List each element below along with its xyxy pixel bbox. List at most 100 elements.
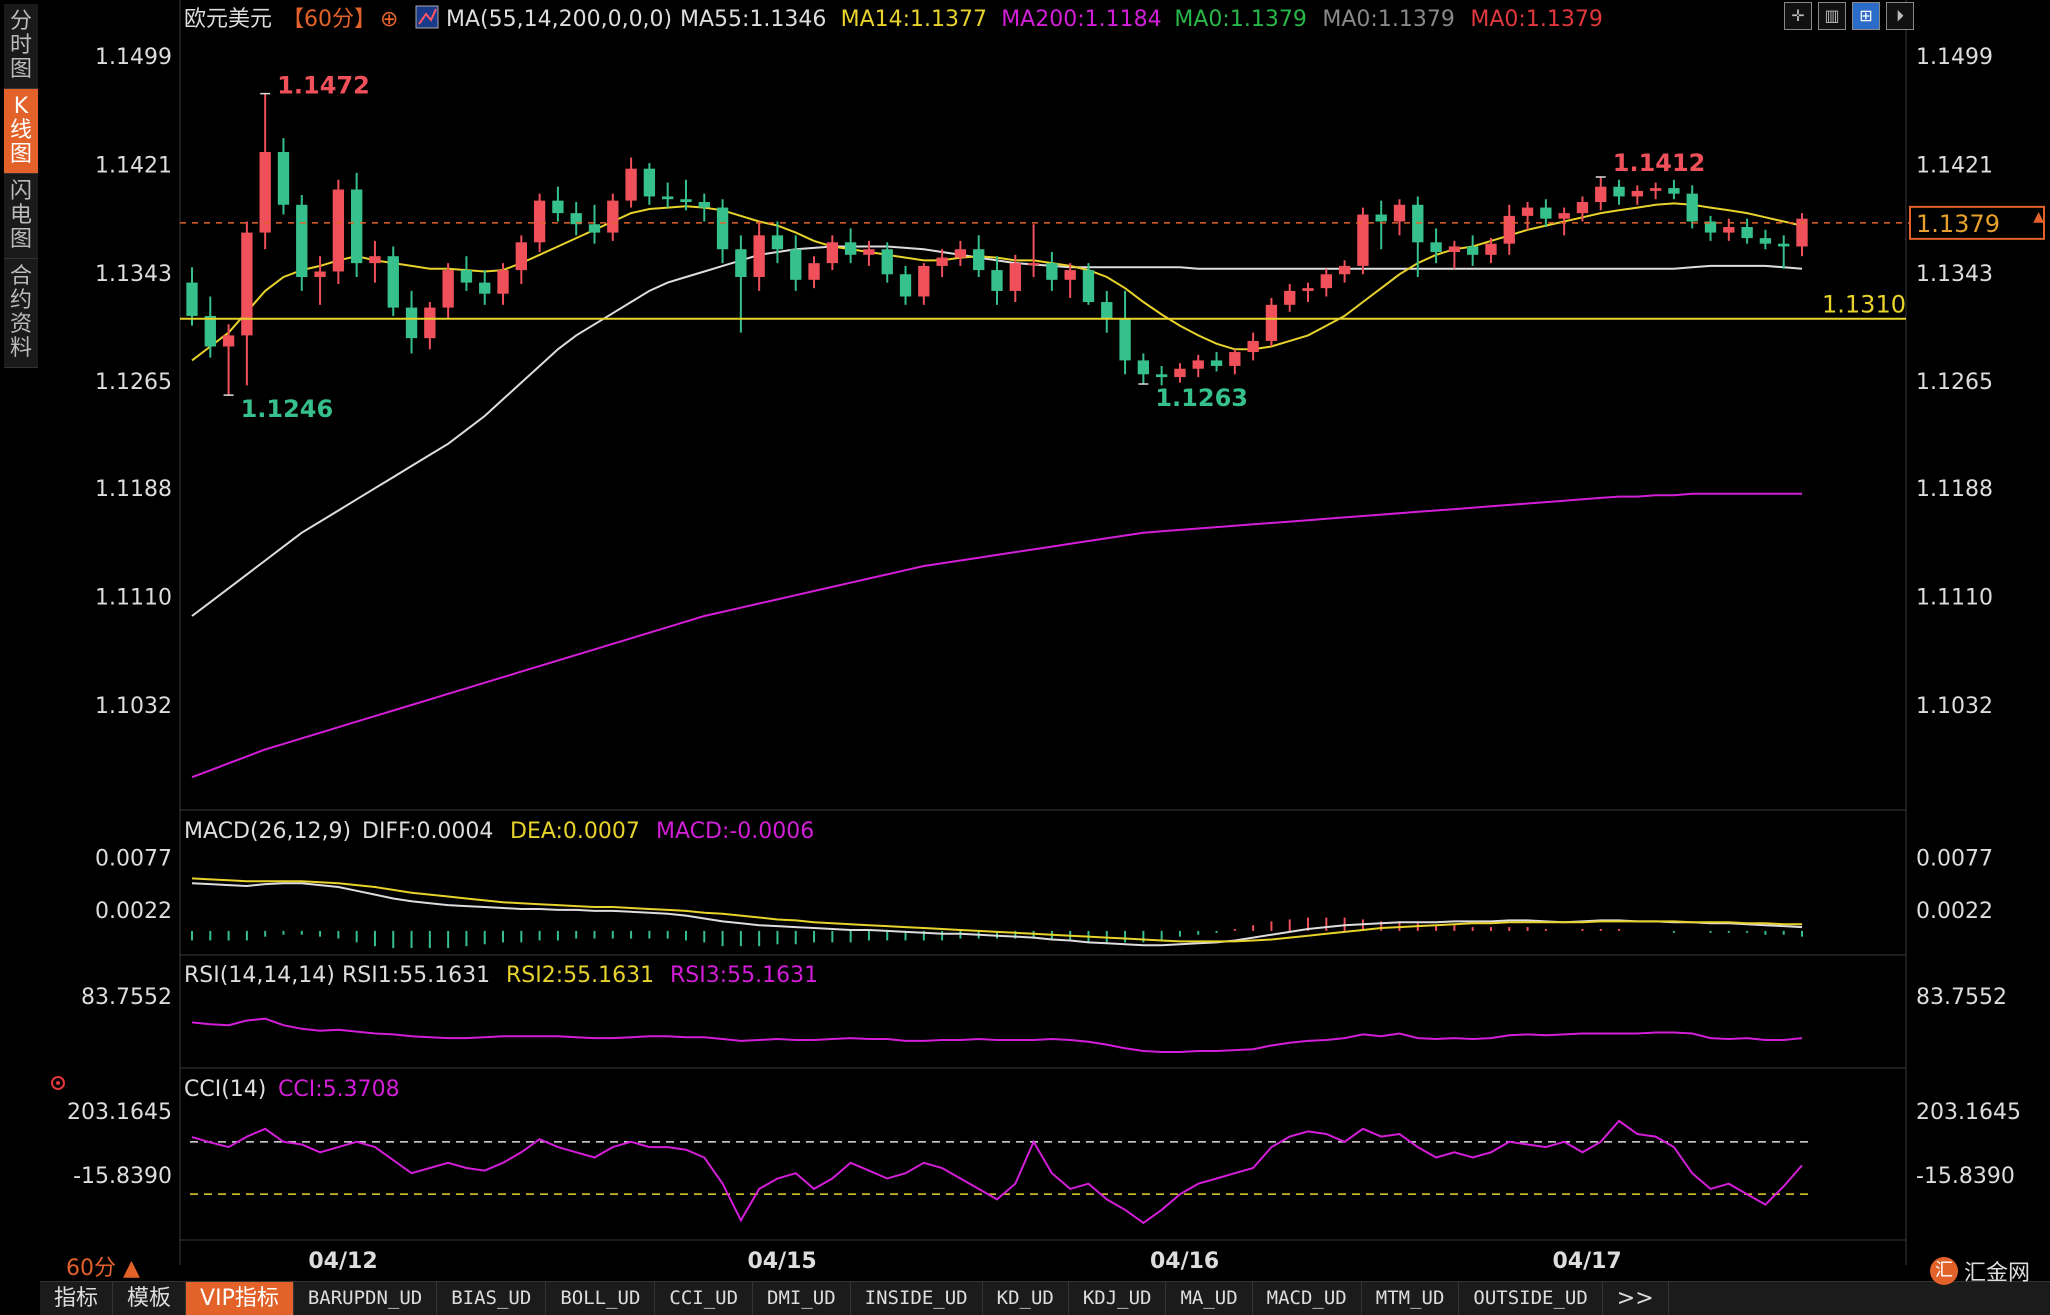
price-label-left-3: 1.1265 <box>95 370 172 395</box>
side-tab-kline[interactable]: K线图 <box>4 89 38 174</box>
rsi-title: RSI(14,14,14) <box>184 963 335 988</box>
price-label-left-2: 1.1343 <box>95 262 172 287</box>
candle-body <box>918 265 930 297</box>
next-icon[interactable]: ⏵ <box>1886 2 1914 30</box>
ma-value-1: MA14:1.1377 <box>841 7 987 32</box>
candle-body <box>515 242 527 271</box>
candle-body <box>460 270 473 283</box>
candle-body <box>1082 270 1095 303</box>
period-tag: 【60分】 <box>282 7 376 32</box>
low2-label: 1.1263 <box>1155 384 1248 412</box>
date-label-1: 04/15 <box>747 1249 816 1274</box>
candle-body <box>277 151 290 205</box>
candle-body <box>332 189 345 272</box>
brand-logo-text: 汇金网 <box>1964 1261 2031 1286</box>
high-label: 1.1472 <box>277 72 370 100</box>
candle-body <box>643 168 656 197</box>
side-tab-flash[interactable]: 闪电图 <box>4 174 38 259</box>
tab-macd[interactable]: MACD_UD <box>1253 1282 1362 1315</box>
candle-body <box>936 257 948 266</box>
candle-body <box>735 249 747 278</box>
candle-body <box>899 274 912 297</box>
tab-ma[interactable]: MA_UD <box>1166 1282 1253 1315</box>
current-price-label: 1.1379 <box>1916 210 2000 238</box>
candle-body <box>1778 243 1790 247</box>
add-icon[interactable]: ⊕ <box>380 7 398 32</box>
candle-body <box>186 282 198 316</box>
candle-body <box>1101 302 1113 319</box>
price-marker-icon: ▲ <box>2033 209 2044 225</box>
candle-body <box>625 168 637 201</box>
tab-mtm[interactable]: MTM_UD <box>1362 1282 1460 1315</box>
cci-value: CCI:5.3708 <box>278 1077 400 1102</box>
candle-body <box>1521 207 1534 216</box>
side-tab-timeshare[interactable]: 分时图 <box>4 4 38 89</box>
tab-inside[interactable]: INSIDE_UD <box>851 1282 983 1315</box>
candle-body <box>1174 368 1186 378</box>
tab-indicator[interactable]: 指标 <box>40 1282 114 1315</box>
tab-boll[interactable]: BOLL_UD <box>546 1282 656 1315</box>
tab-kdj[interactable]: KDJ_UD <box>1069 1282 1167 1315</box>
tab-kd[interactable]: KD_UD <box>983 1282 1069 1315</box>
candle-body <box>1393 204 1406 222</box>
candle-body <box>1448 246 1461 253</box>
candle-body <box>1229 352 1241 366</box>
crosshair-icon[interactable]: ✛ <box>1784 2 1812 30</box>
macd-label-right-1: 0.0022 <box>1916 899 1993 924</box>
ma-value-5: MA0:1.1379 <box>1470 7 1602 32</box>
candle-body <box>954 249 967 258</box>
tab-barupdn[interactable]: BARUPDN_UD <box>294 1282 438 1315</box>
candle-body <box>1119 318 1131 361</box>
tab-template[interactable]: 模板 <box>113 1282 187 1315</box>
rsi-label-right-0: 83.7552 <box>1916 985 2007 1010</box>
macd-label-left-0: 0.0077 <box>95 846 172 871</box>
candle-body <box>1284 290 1296 305</box>
cci-settings-icon-dot <box>56 1081 60 1085</box>
chart-header: 欧元美元 【60分】 ⊕ MA(55,14,200,0,0,0) MA55:1.… <box>184 5 1603 32</box>
candle-body <box>497 270 509 294</box>
candle-body <box>1192 360 1204 369</box>
candle-body <box>1137 360 1150 375</box>
indicator-icon[interactable] <box>415 5 439 29</box>
candle-body <box>1595 186 1607 203</box>
candle-body <box>716 207 729 250</box>
candle-body <box>1210 360 1223 366</box>
chart-mode-icon[interactable]: ⊞ <box>1852 2 1880 30</box>
tab-vip-indicator[interactable]: VIP指标 <box>186 1282 294 1315</box>
date-label-2: 04/16 <box>1150 1249 1219 1274</box>
candle-body <box>1723 227 1735 233</box>
bars-icon[interactable]: ▥ <box>1818 2 1846 30</box>
chart-canvas[interactable]: 欧元美元 【60分】 ⊕ MA(55,14,200,0,0,0) MA55:1.… <box>0 0 2050 1314</box>
tab-outside[interactable]: OUTSIDE_UD <box>1459 1282 1603 1315</box>
chart-toolbar: ✛ ▥ ⊞ ⏵ <box>1784 2 1914 30</box>
candle-body <box>973 249 985 271</box>
candle-body <box>1046 263 1058 280</box>
candle-body <box>369 256 381 264</box>
candle-body <box>1467 246 1479 255</box>
candle-body <box>1064 270 1076 280</box>
cci-label-left-1: -15.8390 <box>73 1164 172 1189</box>
candle-body <box>350 189 363 264</box>
tab-cci[interactable]: CCI_UD <box>655 1282 754 1315</box>
tab-more[interactable]: >> <box>1603 1282 1669 1315</box>
symbol-name: 欧元美元 <box>184 7 272 32</box>
candle-body <box>826 242 839 264</box>
rsi3-value: RSI3:55.1631 <box>670 963 818 988</box>
candle-body <box>1686 193 1698 222</box>
period-selector[interactable]: 60分 ▲ <box>66 1250 140 1282</box>
tab-bias[interactable]: BIAS_UD <box>437 1282 547 1315</box>
tab-dmi[interactable]: DMI_UD <box>753 1282 851 1315</box>
candle-body <box>241 232 253 336</box>
candle-body <box>1338 265 1351 275</box>
price-label-right-5: 1.1110 <box>1916 586 1993 611</box>
candle-body <box>1375 214 1387 222</box>
candle-body <box>1668 188 1680 194</box>
side-tabs: 分时图 K线图 闪电图 合约资料 <box>4 4 38 368</box>
candle-body <box>387 256 399 308</box>
candle-body <box>1009 263 1021 291</box>
cci-label-right-0: 203.1645 <box>1916 1100 2021 1125</box>
price-label-right-1: 1.1421 <box>1916 153 1993 178</box>
candle-body <box>881 249 893 275</box>
side-tab-contract[interactable]: 合约资料 <box>4 259 38 368</box>
ma-value-2: MA200:1.1184 <box>1001 7 1161 32</box>
